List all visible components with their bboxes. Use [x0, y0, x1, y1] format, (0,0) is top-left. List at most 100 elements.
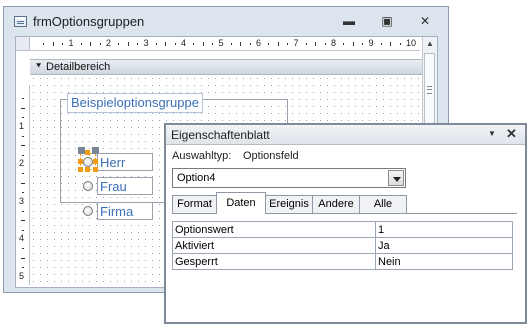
ruler-tick	[21, 107, 25, 109]
object-select[interactable]: Option4	[172, 168, 406, 188]
minimize-button[interactable]: ▬	[336, 13, 362, 29]
ruler-tick	[315, 42, 317, 46]
tab-format[interactable]: Format	[172, 195, 217, 213]
ruler-tick	[193, 43, 195, 45]
resize-handle-left[interactable]	[78, 159, 83, 164]
close-icon[interactable]: ✕	[506, 126, 517, 142]
tab-ereignis[interactable]: Ereignis	[265, 195, 313, 213]
radio-firma[interactable]	[83, 206, 93, 216]
ruler-tick	[22, 229, 24, 231]
close-button[interactable]: ✕	[412, 13, 438, 29]
scroll-thumb[interactable]	[424, 53, 435, 129]
close-icon: ✕	[419, 14, 431, 28]
property-value[interactable]: Ja	[375, 237, 513, 254]
move-handle-label[interactable]	[92, 147, 99, 154]
tab-daten[interactable]: Daten	[216, 192, 266, 214]
property-row[interactable]: Aktiviert Ja	[172, 237, 513, 254]
form-titlebar[interactable]: frmOptionsgruppen ▬ ▣ ✕	[4, 7, 448, 35]
ruler-number: 5	[19, 270, 25, 281]
tab-alle[interactable]: Alle	[359, 195, 407, 213]
section-arrow-icon: ⯆	[35, 61, 43, 71]
ruler-number: 9	[368, 38, 374, 48]
maximize-icon: ▣	[381, 14, 393, 28]
ruler-tick	[22, 117, 24, 119]
property-value[interactable]: 1	[375, 221, 513, 238]
ruler-tick	[22, 248, 24, 250]
object-select-value: Option4	[177, 172, 216, 184]
option-label-herr[interactable]: Herr	[97, 153, 153, 171]
selection-type-label: Auswahltyp:	[172, 150, 232, 162]
ruler-tick	[90, 42, 92, 46]
property-sheet-titlebar[interactable]: Eigenschaftenblatt ▼ ✕	[166, 125, 525, 145]
ruler-tick	[390, 42, 392, 46]
ruler-tick	[174, 43, 176, 45]
ruler-tick	[80, 43, 82, 45]
ruler-tick	[22, 173, 24, 175]
detail-section-header[interactable]: ⯆ Detailbereich	[30, 59, 422, 75]
form-title: frmOptionsgruppen	[33, 14, 145, 29]
resize-handle-top[interactable]	[85, 150, 90, 155]
option-label-frau[interactable]: Frau	[97, 177, 153, 195]
ruler-tick	[22, 154, 24, 156]
form-icon	[14, 16, 27, 27]
ruler-tick	[22, 135, 24, 137]
move-handle[interactable]	[78, 147, 85, 154]
property-name[interactable]: Gesperrt	[172, 253, 376, 270]
ruler-tick	[399, 43, 401, 45]
horizontal-ruler[interactable]: 1 2 3 4 5 6 7 8 9 10	[30, 37, 420, 51]
ruler-corner-selector[interactable]	[16, 37, 30, 51]
resize-handle-bottom[interactable]	[85, 167, 90, 172]
resize-handle-right[interactable]	[93, 159, 98, 164]
ruler-tick	[362, 43, 364, 45]
resize-handle-bottom-right[interactable]	[93, 167, 98, 172]
ruler-tick	[22, 267, 24, 269]
ruler-tick	[230, 43, 232, 45]
property-name[interactable]: Optionswert	[172, 221, 376, 238]
property-table: Optionswert 1 Aktiviert Ja Gesperrt Nein	[172, 221, 513, 270]
chevron-down-icon[interactable]: ▼	[488, 129, 496, 138]
ruler-number: 5	[218, 38, 224, 48]
ruler-tick	[22, 192, 24, 194]
property-value[interactable]: Nein	[375, 253, 513, 270]
ruler-tick	[43, 43, 45, 45]
ruler-tick	[22, 210, 24, 212]
ruler-number: 4	[181, 38, 187, 48]
ruler-tick	[52, 42, 54, 46]
ruler-tick	[21, 257, 25, 259]
ruler-tick	[118, 43, 120, 45]
ruler-number: 3	[19, 195, 25, 206]
vertical-ruler[interactable]: 1 2 3 4 5	[16, 85, 30, 285]
ruler-tick	[99, 43, 101, 45]
ruler-number: 8	[331, 38, 337, 48]
scroll-up-icon[interactable]: ▲	[423, 37, 437, 51]
ruler-tick	[249, 43, 251, 45]
property-row[interactable]: Gesperrt Nein	[172, 253, 513, 270]
minimize-icon: ▬	[343, 14, 355, 28]
ruler-tick	[127, 42, 129, 46]
maximize-button[interactable]: ▣	[374, 13, 400, 29]
ruler-tick	[268, 43, 270, 45]
ruler-tick	[287, 43, 289, 45]
ruler-tick	[352, 42, 354, 46]
tab-andere[interactable]: Andere	[312, 195, 360, 213]
property-row[interactable]: Optionswert 1	[172, 221, 513, 238]
ruler-tick	[137, 43, 139, 45]
ruler-tick	[21, 145, 25, 147]
ruler-tick	[22, 98, 24, 100]
property-sheet-title: Eigenschaftenblatt	[171, 128, 270, 142]
ruler-tick	[62, 43, 64, 45]
ruler-number: 3	[143, 38, 149, 48]
ruler-tick	[240, 42, 242, 46]
radio-frau[interactable]	[83, 181, 93, 191]
property-name[interactable]: Aktiviert	[172, 237, 376, 254]
section-label: Detailbereich	[46, 61, 111, 73]
ruler-tick	[165, 42, 167, 46]
resize-handle-bottom-left[interactable]	[78, 167, 83, 172]
ruler-number: 1	[19, 120, 25, 131]
ruler-tick	[155, 43, 157, 45]
option-group-label[interactable]: Beispieloptionsgruppe	[67, 93, 203, 113]
dropdown-arrow-icon[interactable]	[388, 170, 404, 186]
ruler-tick	[277, 42, 279, 46]
option-label-firma[interactable]: Firma	[97, 202, 153, 220]
ruler-tick	[380, 43, 382, 45]
